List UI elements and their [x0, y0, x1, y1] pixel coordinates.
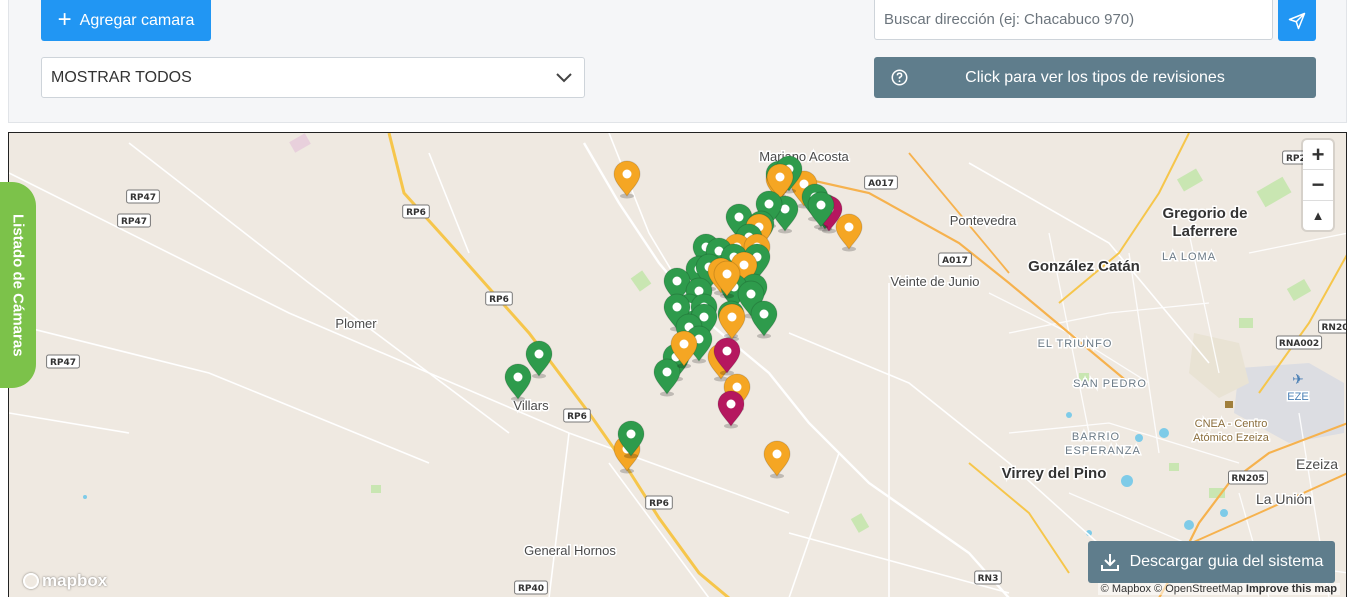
road-shield: RN3 [974, 570, 1002, 585]
plus-icon: + [57, 5, 72, 33]
place-label: Virrey del Pino [1002, 465, 1107, 482]
place-label: Pontevedra [950, 213, 1017, 228]
place-label: CNEA - Centro [1195, 418, 1268, 430]
download-guide-label: Descargar guia del sistema [1129, 553, 1324, 570]
map-canvas[interactable]: Mariano Acosta Pontevedra Gregorio de La… [8, 132, 1347, 597]
road-shield: A017 [864, 175, 898, 190]
svg-text:RP40: RP40 [518, 584, 544, 594]
svg-text:RP47: RP47 [50, 358, 76, 368]
review-types-label: Click para ver los tipos de revisiones [965, 68, 1225, 86]
send-icon [1288, 12, 1306, 29]
camera-filter-select[interactable]: MOSTRAR TODOS [41, 57, 585, 98]
svg-text:RP6: RP6 [406, 208, 426, 218]
zoom-controls: + − ▲ [1303, 140, 1333, 230]
place-label: EL TRIUNFO [1038, 338, 1113, 350]
road-shield: RP47 [46, 354, 80, 369]
svg-text:RN20: RN20 [1322, 323, 1348, 333]
mapbox-logo[interactable]: mapbox [23, 571, 107, 591]
map-attribution: © Mapbox © OpenStreetMap Improve this ma… [1097, 583, 1340, 595]
place-label: LA LOMA [1162, 251, 1216, 263]
airport-icon: ✈ [1292, 372, 1304, 388]
place-label: SAN PEDRO [1073, 378, 1147, 390]
question-circle-icon [891, 69, 908, 86]
road-shield: RP6 [402, 204, 430, 219]
search-submit-button[interactable] [1278, 0, 1316, 41]
place-label: Mariano Acosta [759, 149, 849, 164]
review-types-button[interactable]: Click para ver los tipos de revisiones [874, 57, 1316, 98]
address-search-input[interactable] [874, 0, 1273, 40]
road-shield: RN205 [1228, 470, 1268, 485]
landmark-icon [1225, 401, 1233, 408]
svg-text:RNA002: RNA002 [1279, 339, 1319, 349]
place-label: Veinte de Junio [891, 274, 980, 289]
svg-text:RP6: RP6 [489, 295, 509, 305]
filter-selected-value: MOSTRAR TODOS [51, 68, 192, 86]
download-icon [1100, 554, 1119, 571]
place-label: Plomer [335, 316, 377, 331]
road-shield: RP6 [563, 408, 591, 423]
chevron-down-icon [556, 72, 572, 82]
zoom-out-button[interactable]: − [1303, 170, 1333, 201]
camera-marker[interactable] [653, 358, 681, 397]
place-label: González Catán [1028, 258, 1140, 275]
road-shield: RP6 [485, 291, 513, 306]
road-shield: RP6 [645, 495, 673, 510]
place-label: BARRIO [1072, 431, 1120, 443]
place-label: Ezeiza [1296, 456, 1338, 472]
download-guide-button[interactable]: Descargar guia del sistema [1088, 541, 1335, 583]
add-camera-button[interactable]: + Agregar camara [41, 0, 211, 41]
svg-text:RP6: RP6 [567, 412, 587, 422]
svg-text:RP6: RP6 [649, 499, 669, 509]
reset-north-button[interactable]: ▲ [1303, 201, 1333, 230]
improve-map-link[interactable]: Improve this map [1246, 583, 1337, 595]
road-shield: A017 [938, 252, 972, 267]
road-shield: RP47 [126, 189, 160, 204]
add-camera-label: Agregar camara [79, 11, 195, 29]
camera-marker[interactable] [750, 300, 778, 339]
camera-marker[interactable] [613, 160, 641, 199]
place-label: ESPERANZA [1065, 445, 1141, 457]
road-shield: RP47 [117, 213, 151, 228]
svg-text:A017: A017 [942, 256, 968, 266]
road-shield: RN20 [1318, 319, 1348, 334]
road-shield: RP40 [514, 580, 548, 595]
place-label: La Unión [1256, 491, 1312, 507]
svg-text:RP47: RP47 [121, 217, 147, 227]
camera-list-tab[interactable]: Listado de Cámaras [0, 182, 36, 388]
place-label: EZE [1287, 391, 1308, 403]
svg-text:RP47: RP47 [130, 193, 156, 203]
place-label: General Hornos [524, 543, 616, 558]
map-basemap: Mariano Acosta Pontevedra Gregorio de La… [9, 133, 1348, 597]
place-label: Atómico Ezeiza [1193, 432, 1270, 444]
camera-list-tab-label: Listado de Cámaras [9, 213, 27, 357]
svg-text:RN205: RN205 [1231, 474, 1264, 484]
mapbox-logo-icon [23, 573, 39, 589]
camera-marker[interactable] [717, 390, 745, 429]
camera-marker[interactable] [763, 440, 791, 479]
svg-text:RN3: RN3 [978, 574, 999, 584]
place-label: Gregorio de [1162, 205, 1247, 222]
toolbar: + Agregar camara MOSTRAR TODOS Click par… [8, 0, 1347, 123]
camera-marker[interactable] [835, 213, 863, 252]
osm-attribution-link[interactable]: © OpenStreetMap [1154, 583, 1243, 595]
svg-text:A017: A017 [868, 179, 894, 189]
zoom-in-button[interactable]: + [1303, 140, 1333, 171]
mapbox-attribution-link[interactable]: © Mapbox [1101, 583, 1151, 595]
camera-marker[interactable] [504, 363, 532, 402]
place-label: Laferrere [1172, 223, 1237, 240]
road-shield: RNA002 [1275, 335, 1323, 350]
